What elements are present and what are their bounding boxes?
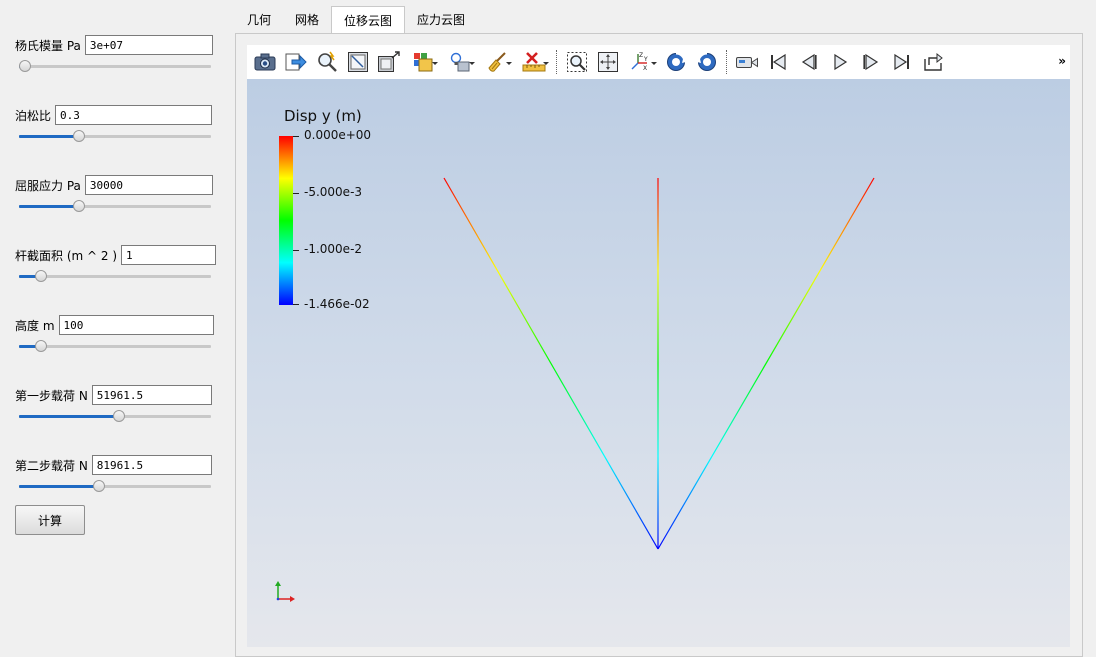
- last-frame-icon[interactable]: [888, 49, 915, 75]
- param-row-youngs-modulus: 杨氏模量 Pa: [15, 35, 213, 55]
- play-icon[interactable]: [826, 49, 853, 75]
- calculate-button[interactable]: 计算: [15, 505, 85, 535]
- pick-center-icon[interactable]: [594, 49, 621, 75]
- clear-icon[interactable]: [480, 49, 513, 75]
- cross-section-slider[interactable]: [19, 269, 211, 283]
- slider-handle[interactable]: [92, 480, 105, 492]
- truss-member-left: [443, 177, 659, 550]
- slider-handle[interactable]: [35, 340, 48, 352]
- first-load-label: 第一步载荷 N: [15, 388, 88, 403]
- ruler-icon[interactable]: [517, 49, 550, 75]
- zoom-data-icon[interactable]: [375, 49, 402, 75]
- loop-icon[interactable]: [919, 49, 946, 75]
- axes-icon[interactable]: ZYX: [625, 49, 658, 75]
- slider-handle[interactable]: [19, 60, 31, 72]
- height-label: 高度 m: [15, 318, 55, 333]
- youngs-modulus-label: 杨氏模量 Pa: [15, 38, 81, 53]
- tab-mesh[interactable]: 网格: [283, 6, 331, 33]
- tab-bar: 几何 网格 位移云图 应力云图: [235, 6, 477, 34]
- zoom-box-icon[interactable]: [563, 49, 590, 75]
- param-row-height: 高度 m: [15, 315, 214, 335]
- first-frame-icon[interactable]: [764, 49, 791, 75]
- tab-stress-contour[interactable]: 应力云图: [405, 6, 477, 33]
- export-icon[interactable]: [282, 49, 309, 75]
- rotate-ccw-icon[interactable]: [693, 49, 720, 75]
- yield-stress-slider[interactable]: [19, 199, 211, 213]
- slider-handle[interactable]: [73, 200, 85, 212]
- param-row-poisson-ratio: 泊松比: [15, 105, 213, 125]
- slider-handle[interactable]: [73, 130, 85, 142]
- lights-icon[interactable]: [443, 49, 476, 75]
- truss-member-right: [657, 177, 875, 550]
- find-data-icon[interactable]: [313, 49, 340, 75]
- svg-text:Y: Y: [643, 56, 648, 63]
- orientation-axes-icon: [275, 581, 295, 602]
- first-load-input[interactable]: [91, 385, 212, 405]
- camera-record-icon[interactable]: [733, 49, 760, 75]
- toolbar-separator: [726, 50, 727, 74]
- height-slider[interactable]: [19, 339, 211, 353]
- render-toolbar: ZYX »: [247, 45, 1070, 79]
- param-row-first-load: 第一步载荷 N: [15, 385, 212, 405]
- tab-geometry[interactable]: 几何: [235, 6, 283, 33]
- cross-section-label: 杆截面积 (m ^ 2 ): [15, 248, 118, 263]
- truss-displacement-plot: [275, 177, 875, 602]
- render-viewport[interactable]: Disp y (m) 0.000e+00 -5.000e-3 -1.000e-2…: [247, 79, 1070, 647]
- poisson-ratio-input[interactable]: [55, 105, 213, 125]
- poisson-ratio-slider[interactable]: [19, 129, 211, 143]
- rotate-cw-icon[interactable]: [662, 49, 689, 75]
- second-load-slider[interactable]: [19, 479, 211, 493]
- slider-handle[interactable]: [112, 410, 125, 422]
- toolbar-overflow-icon[interactable]: »: [1058, 54, 1066, 68]
- next-frame-icon[interactable]: [857, 49, 884, 75]
- youngs-modulus-slider[interactable]: [19, 59, 211, 73]
- poisson-ratio-label: 泊松比: [15, 108, 52, 123]
- svg-text:Z: Z: [639, 52, 643, 59]
- height-input[interactable]: [58, 315, 214, 335]
- yield-stress-label: 屈服应力 Pa: [15, 178, 81, 193]
- svg-text:X: X: [643, 65, 647, 72]
- second-load-label: 第二步载荷 N: [15, 458, 88, 473]
- first-load-slider[interactable]: [19, 409, 211, 423]
- toolbar-separator: [556, 50, 557, 74]
- prev-frame-icon[interactable]: [795, 49, 822, 75]
- camera-icon[interactable]: [251, 49, 278, 75]
- youngs-modulus-input[interactable]: [84, 35, 213, 55]
- param-row-cross-section: 杆截面积 (m ^ 2 ): [15, 245, 217, 265]
- view-layers-icon[interactable]: [406, 49, 439, 75]
- slider-handle[interactable]: [35, 270, 48, 282]
- reset-camera-icon[interactable]: [344, 49, 371, 75]
- param-row-second-load: 第二步载荷 N: [15, 455, 212, 475]
- cross-section-input[interactable]: [121, 245, 217, 265]
- second-load-input[interactable]: [91, 455, 212, 475]
- param-row-yield-stress: 屈服应力 Pa: [15, 175, 213, 195]
- yield-stress-input[interactable]: [84, 175, 213, 195]
- tab-displacement-contour[interactable]: 位移云图: [331, 6, 406, 34]
